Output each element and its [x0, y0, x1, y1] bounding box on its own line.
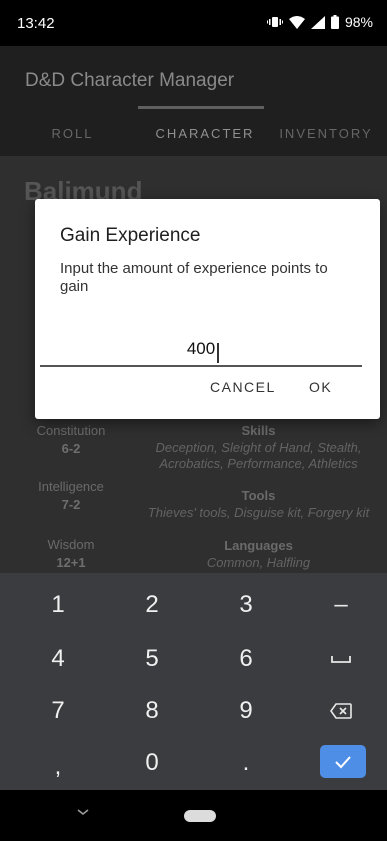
- key-9[interactable]: 9: [198, 685, 294, 737]
- text-cursor: [217, 343, 219, 363]
- app-bar: D&D Character Manager ROLL CHARACTER INV…: [0, 46, 387, 156]
- status-bar: 13:42 98%: [0, 0, 387, 46]
- home-pill[interactable]: [184, 810, 216, 822]
- tools-text: Thieves' tools, Disguise kit, Forgery ki…: [147, 505, 370, 520]
- key-8[interactable]: 8: [104, 685, 200, 737]
- skills-heading: Skills: [241, 423, 276, 438]
- stat-wisdom: Wisdom 12+1: [16, 537, 126, 570]
- battery-percent: 98%: [344, 14, 373, 30]
- tab-inventory[interactable]: INVENTORY: [265, 118, 387, 156]
- key-minus[interactable]: –: [293, 579, 387, 631]
- tab-bar: ROLL CHARACTER INVENTORY: [0, 118, 387, 156]
- tools-section: Tools Thieves' tools, Disguise kit, Forg…: [130, 488, 387, 521]
- languages-heading: Languages: [224, 538, 293, 553]
- tab-character[interactable]: CHARACTER: [145, 118, 265, 156]
- stat-value: 6-2: [61, 441, 81, 456]
- signal-icon: [310, 15, 325, 29]
- tab-roll[interactable]: ROLL: [0, 118, 145, 156]
- stat-constitution: Constitution 6-2: [16, 423, 126, 456]
- status-icons: 98%: [266, 14, 373, 30]
- ok-button[interactable]: OK: [309, 379, 332, 395]
- stat-intelligence: Intelligence 7-2: [16, 479, 126, 512]
- experience-input[interactable]: [40, 333, 362, 367]
- key-6[interactable]: 6: [198, 633, 294, 685]
- languages-section: Languages Common, Halfling: [130, 538, 387, 571]
- status-time: 13:42: [17, 15, 55, 32]
- navigation-bar: [0, 790, 387, 841]
- stat-label: Wisdom: [47, 537, 95, 552]
- key-0[interactable]: 0: [104, 737, 200, 789]
- stat-value: 7-2: [61, 497, 81, 512]
- done-key[interactable]: [320, 745, 366, 778]
- skills-section: Skills Deception, Sleight of Hand, Steal…: [130, 423, 387, 472]
- gain-experience-dialog: Gain Experience Input the amount of expe…: [35, 199, 380, 419]
- stat-label: Constitution: [36, 423, 106, 438]
- skills-text: Deception, Sleight of Hand, Stealth, Acr…: [155, 440, 362, 471]
- key-5[interactable]: 5: [104, 633, 200, 685]
- chevron-down-icon[interactable]: [75, 807, 91, 817]
- key-4[interactable]: 4: [10, 633, 106, 685]
- screen: 13:42 98% D&D Character Manager ROLL CHA…: [0, 0, 387, 841]
- backspace-icon: [330, 703, 352, 719]
- dialog-message: Input the amount of experience points to…: [60, 260, 328, 295]
- space-key[interactable]: [293, 633, 387, 685]
- checkmark-icon: [335, 755, 351, 768]
- key-1[interactable]: 1: [10, 579, 106, 631]
- stat-value: 12+1: [56, 555, 86, 570]
- stat-label: Intelligence: [38, 479, 104, 494]
- numeric-keyboard: 1 2 3 – 4 5 6 7 8 9 , 0 .: [0, 573, 387, 790]
- backspace-key[interactable]: [293, 685, 387, 737]
- vibrate-icon: [266, 16, 283, 28]
- languages-text: Common, Halfling: [206, 555, 311, 570]
- battery-icon: [330, 15, 339, 29]
- app-title: D&D Character Manager: [25, 70, 235, 91]
- cancel-button[interactable]: CANCEL: [210, 379, 276, 395]
- key-period[interactable]: .: [198, 737, 294, 789]
- key-7[interactable]: 7: [10, 685, 106, 737]
- space-icon: [331, 656, 351, 663]
- dialog-title: Gain Experience: [60, 225, 201, 246]
- key-3[interactable]: 3: [198, 579, 294, 631]
- wifi-icon: [288, 15, 305, 29]
- key-comma[interactable]: ,: [10, 741, 106, 793]
- key-2[interactable]: 2: [104, 579, 200, 631]
- tools-heading: Tools: [241, 488, 276, 503]
- tab-indicator: [138, 106, 264, 109]
